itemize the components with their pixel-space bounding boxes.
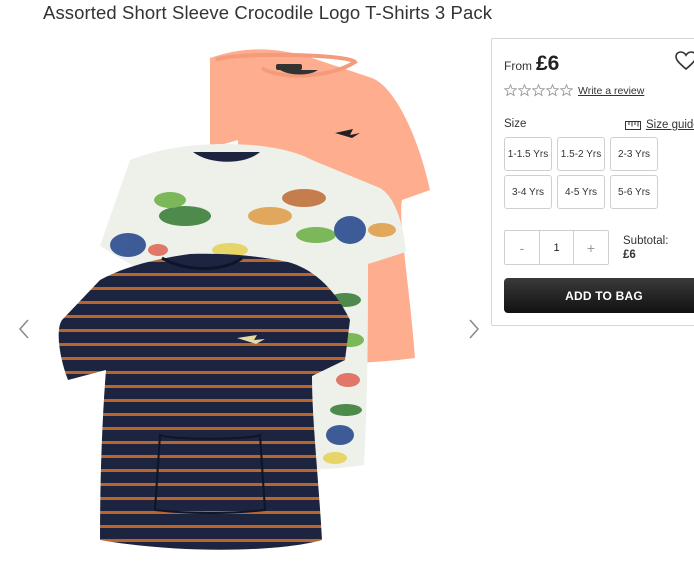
star-icon[interactable] (532, 84, 545, 97)
size-option[interactable]: 4-5 Yrs (557, 175, 605, 209)
purchase-panel: From £6 Write a review Size Size guide 1… (491, 38, 694, 326)
price-from-label: From (504, 59, 532, 73)
star-icon[interactable] (504, 84, 517, 97)
star-icon[interactable] (518, 84, 531, 97)
carousel-next-icon[interactable] (466, 318, 482, 340)
subtotal-label: Subtotal: (623, 235, 669, 247)
rating-row: Write a review (504, 84, 644, 97)
size-option[interactable]: 5-6 Yrs (610, 175, 658, 209)
rating-stars (504, 84, 573, 97)
size-option[interactable]: 2-3 Yrs (610, 137, 658, 171)
size-option[interactable]: 3-4 Yrs (504, 175, 552, 209)
size-label: Size (504, 118, 527, 130)
add-to-bag-button[interactable]: ADD TO BAG (504, 278, 694, 313)
star-icon[interactable] (546, 84, 559, 97)
quantity-increase-button[interactable]: + (574, 231, 608, 264)
quantity-decrease-button[interactable]: - (505, 231, 539, 264)
size-option[interactable]: 1-1.5 Yrs (504, 137, 552, 171)
product-title: Assorted Short Sleeve Crocodile Logo T-S… (43, 2, 493, 23)
subtotal: Subtotal: £6 (623, 234, 668, 262)
striped-tshirt (58, 253, 351, 550)
quantity-input[interactable] (539, 231, 574, 264)
price-value: £6 (536, 52, 560, 75)
ruler-icon (625, 120, 641, 130)
price-row: From £6 (504, 52, 559, 76)
subtotal-value: £6 (623, 249, 636, 261)
write-review-link[interactable]: Write a review (578, 85, 644, 97)
size-options: 1-1.5 Yrs 1.5-2 Yrs 2-3 Yrs 3-4 Yrs 4-5 … (504, 137, 658, 209)
size-option[interactable]: 1.5-2 Yrs (557, 137, 605, 171)
size-guide-label[interactable]: Size guide (646, 119, 694, 131)
size-guide-link[interactable]: Size guide (625, 119, 694, 131)
carousel-prev-icon[interactable] (16, 318, 32, 340)
star-icon[interactable] (560, 84, 573, 97)
quantity-stepper: - + (504, 230, 609, 265)
heart-icon[interactable] (675, 51, 694, 71)
product-image (58, 49, 430, 550)
